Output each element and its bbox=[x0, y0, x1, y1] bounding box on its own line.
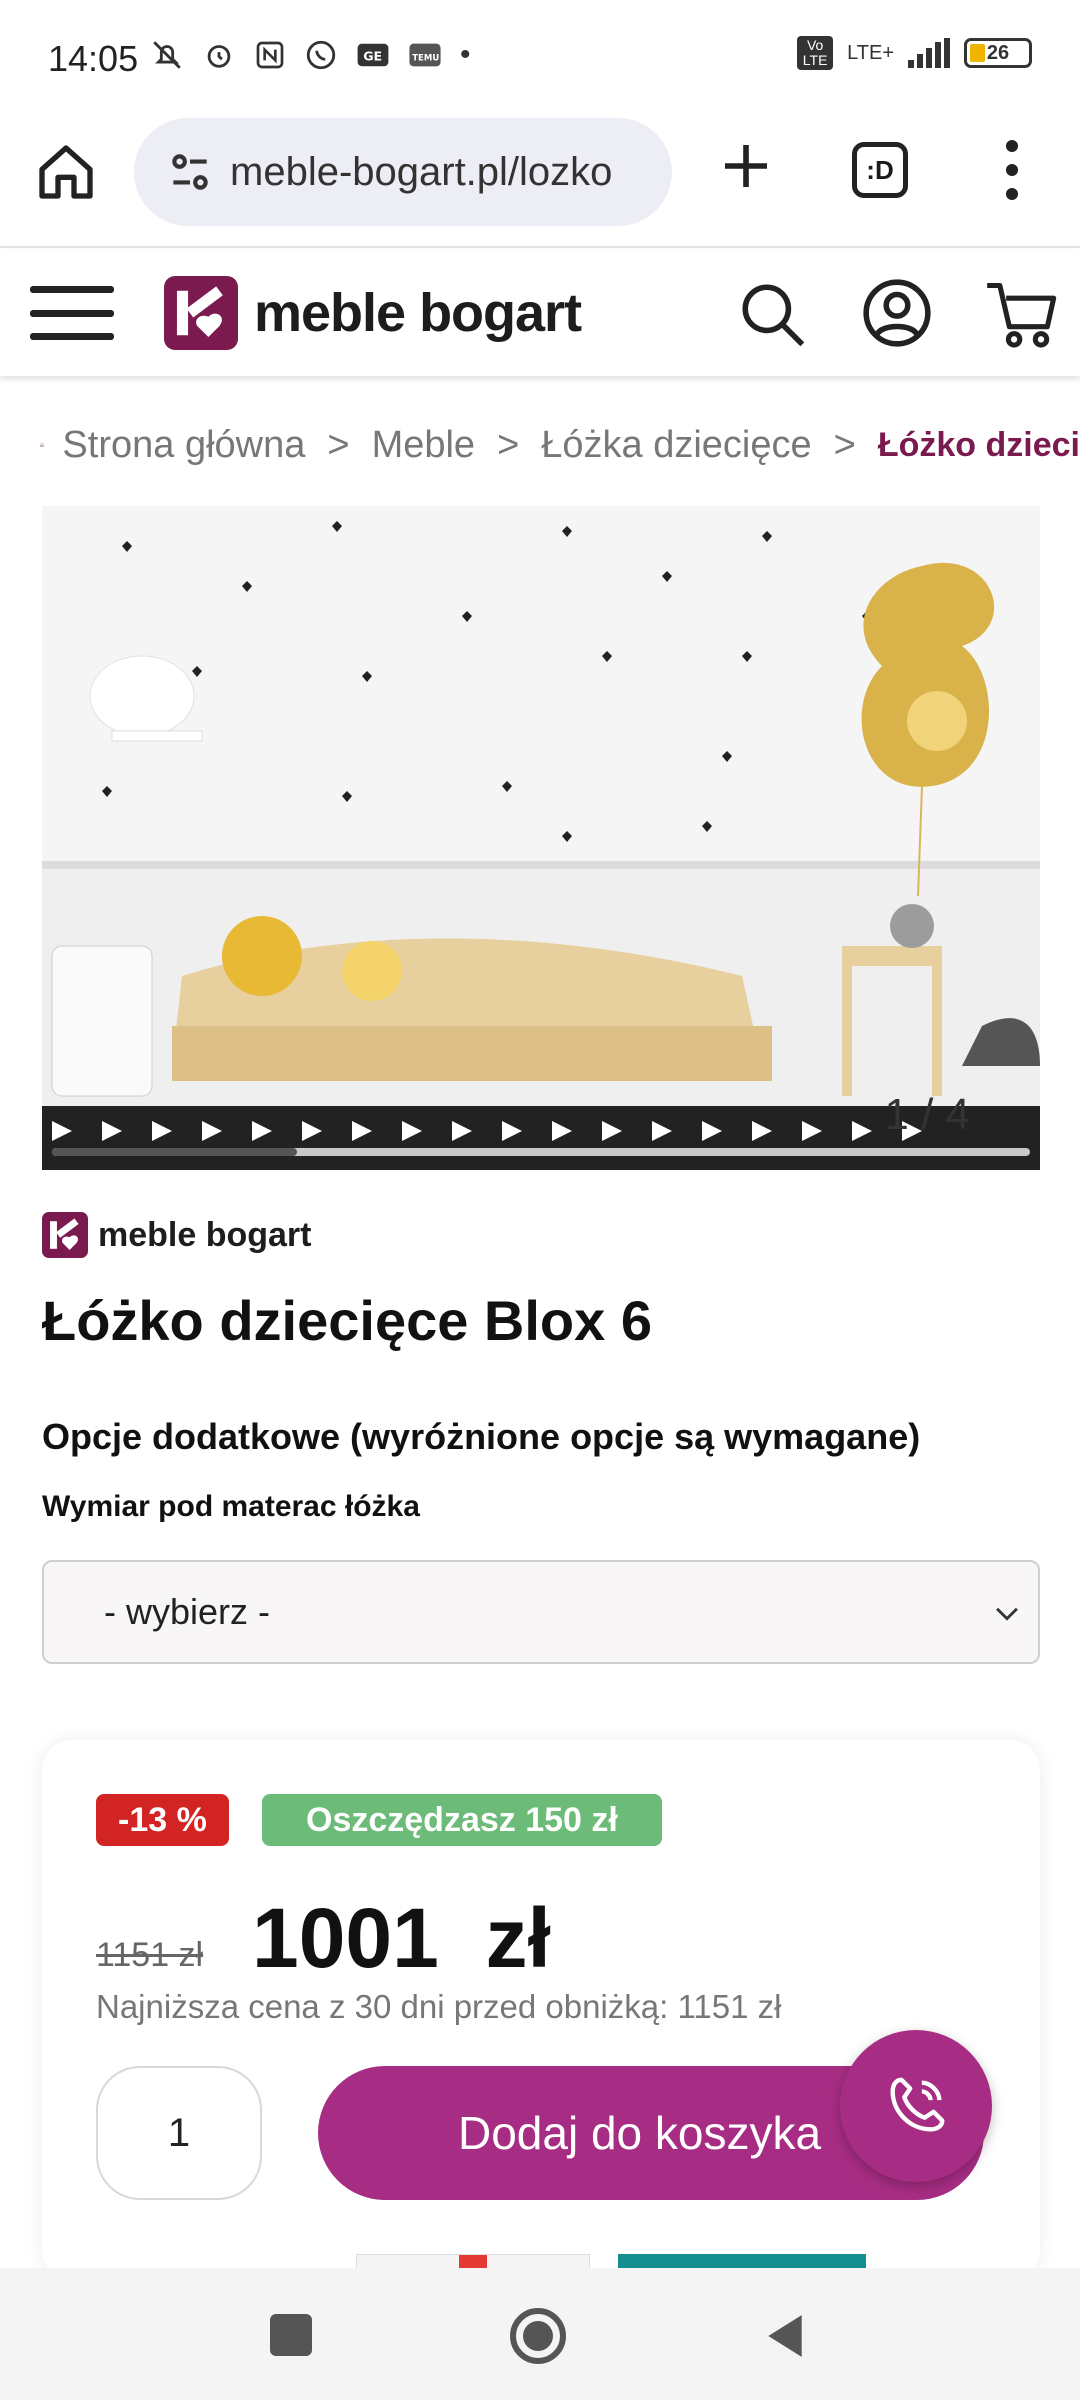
dimension-label: Wymiar pod materac łóżka bbox=[42, 1490, 420, 1523]
notification-icons: GE TEMU • bbox=[150, 38, 471, 72]
site-header: meble bogart bbox=[0, 250, 1080, 376]
address-bar[interactable]: meble-bogart.pl/lozko bbox=[134, 118, 672, 226]
breadcrumb: Strona główna > Meble > Łóżka dziecięce … bbox=[40, 418, 1080, 472]
nfc-icon bbox=[256, 41, 284, 69]
breadcrumb-home[interactable]: Strona główna bbox=[62, 424, 305, 467]
product-brand[interactable]: meble bogart bbox=[42, 1212, 311, 1258]
more-notifications-icon: • bbox=[460, 38, 471, 71]
home-icon[interactable] bbox=[34, 140, 98, 204]
signal-icon bbox=[908, 38, 950, 68]
gallery-counter: 1 / 4 bbox=[884, 1090, 970, 1139]
old-price: 1151 zł bbox=[96, 1936, 204, 1974]
partial-banner bbox=[356, 2254, 590, 2269]
dimension-select[interactable]: - wybierz - bbox=[42, 1560, 1040, 1664]
quantity-input[interactable]: 1 bbox=[96, 2066, 262, 2200]
whatsapp-icon bbox=[306, 40, 336, 70]
new-tab-button[interactable] bbox=[712, 132, 780, 200]
brand-logo-mark bbox=[42, 1212, 88, 1258]
plus-icon bbox=[725, 145, 767, 187]
svg-text:TEMU: TEMU bbox=[412, 54, 439, 64]
gallery-progress-fill bbox=[52, 1148, 297, 1156]
logo-mark bbox=[164, 276, 238, 350]
breadcrumb-furniture[interactable]: Meble bbox=[372, 424, 476, 467]
lowest-price-note: Najniższa cena z 30 dni przed obniżką: 1… bbox=[96, 1988, 782, 2025]
system-nav-bar bbox=[0, 2268, 1080, 2400]
alarm-icon bbox=[207, 45, 231, 68]
cart-icon[interactable] bbox=[984, 276, 1060, 352]
svg-text:GE: GE bbox=[363, 49, 382, 64]
savings-badge: Oszczędzasz 150 zł bbox=[262, 1794, 662, 1846]
system-icons: Vo LTE LTE+ 26 bbox=[797, 36, 1032, 70]
site-settings-icon[interactable] bbox=[160, 147, 220, 197]
news-icon: GE bbox=[357, 43, 389, 67]
phone-call-icon bbox=[890, 2077, 945, 2132]
product-title: Łóżko dziecięce Blox 6 bbox=[42, 1289, 652, 1352]
breadcrumb-home-icon[interactable] bbox=[40, 424, 45, 466]
breadcrumb-separator: > bbox=[497, 423, 520, 466]
gallery-progress bbox=[52, 1148, 1030, 1156]
chevron-down-icon bbox=[996, 1607, 1018, 1621]
current-price: 1001 zł bbox=[252, 1891, 551, 1985]
status-bar: 14:05 GE TEMU • Vo LTE LTE+ 26 bbox=[0, 0, 1080, 118]
discount-badge: -13 % bbox=[96, 1794, 229, 1846]
price-card: -13 % Oszczędzasz 150 zł 1151 zł 1001 zł… bbox=[42, 1740, 1040, 2280]
account-icon[interactable] bbox=[860, 276, 934, 350]
status-time: 14:05 bbox=[48, 38, 139, 79]
breadcrumb-separator: > bbox=[327, 423, 350, 466]
call-button[interactable] bbox=[840, 2030, 992, 2182]
brand-name: meble bogart bbox=[98, 1215, 312, 1254]
breadcrumb-current: Łóżko dzieci bbox=[877, 425, 1080, 464]
nav-back-button[interactable] bbox=[760, 2310, 810, 2362]
product-photo bbox=[42, 506, 1040, 1170]
tabs-button[interactable]: :D bbox=[852, 142, 908, 198]
browser-toolbar: meble-bogart.pl/lozko :D bbox=[0, 118, 1080, 248]
partial-banner-teal bbox=[618, 2254, 866, 2268]
more-vertical-icon[interactable] bbox=[1000, 140, 1024, 200]
muted-bell-icon bbox=[153, 41, 181, 69]
volte-badge: Vo LTE bbox=[797, 36, 834, 70]
url-text[interactable]: meble-bogart.pl/lozko bbox=[230, 150, 650, 195]
logo-text: meble bogart bbox=[254, 283, 582, 343]
options-heading: Opcje dodatkowe (wyróżnione opcje są wym… bbox=[42, 1416, 921, 1457]
site-logo[interactable]: meble bogart bbox=[164, 276, 582, 350]
search-icon[interactable] bbox=[736, 278, 810, 352]
battery-level: 26 bbox=[986, 41, 1010, 64]
dimension-select-value: - wybierz - bbox=[104, 1591, 271, 1632]
network-type: LTE+ bbox=[847, 41, 894, 64]
hamburger-icon[interactable] bbox=[30, 286, 114, 340]
tabs-count: :D bbox=[866, 154, 894, 185]
recents-button[interactable] bbox=[270, 2314, 312, 2356]
temu-icon: TEMU bbox=[409, 43, 441, 67]
battery-icon: 26 bbox=[964, 38, 1032, 68]
product-image-gallery[interactable]: 1 / 4 bbox=[42, 506, 1040, 1170]
nav-home-button[interactable] bbox=[508, 2306, 568, 2366]
breadcrumb-separator: > bbox=[833, 423, 856, 466]
breadcrumb-kids-beds[interactable]: Łóżka dziecięce bbox=[541, 424, 811, 467]
